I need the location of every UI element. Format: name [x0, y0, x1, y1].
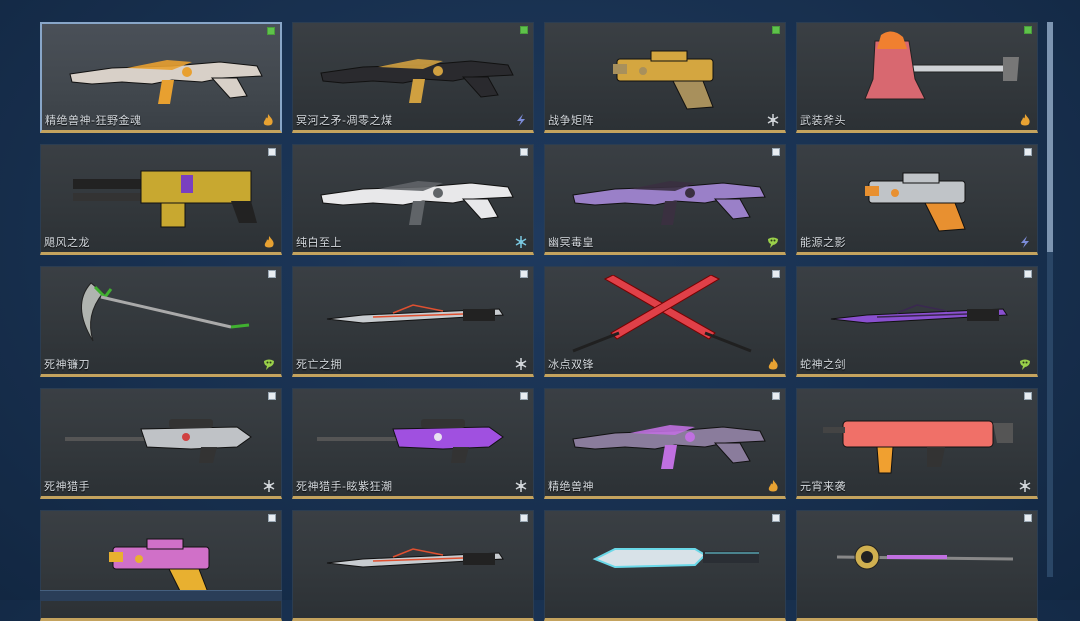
select-checkbox[interactable]	[268, 270, 276, 278]
weapon-image	[865, 172, 966, 232]
lightning-icon	[517, 114, 525, 126]
fire-icon	[263, 114, 273, 126]
frost-icon	[1019, 480, 1031, 492]
bottom-tab[interactable]	[40, 590, 282, 601]
weapon-name: 飓风之龙	[44, 236, 90, 249]
weapon-image	[317, 419, 504, 463]
weapon-image	[81, 282, 250, 342]
fire-icon	[768, 480, 778, 492]
weapon-name: 死亡之拥	[296, 358, 342, 371]
weapon-name: 冥河之矛-凋零之煤	[296, 114, 393, 127]
weapon-image	[73, 170, 257, 228]
fire-icon	[768, 358, 778, 370]
weapon-card[interactable]	[796, 510, 1038, 621]
weapon-name: 幽冥毒皇	[548, 236, 594, 249]
frost-icon	[767, 114, 779, 126]
weapon-image	[830, 304, 1008, 324]
weapon-name: 死神镰刀	[44, 358, 90, 371]
select-checkbox[interactable]	[1024, 514, 1032, 522]
frost-icon	[515, 358, 527, 370]
select-checkbox[interactable]	[1024, 26, 1032, 34]
select-checkbox[interactable]	[1024, 392, 1032, 400]
frost-icon	[263, 480, 275, 492]
weapon-card[interactable]	[544, 510, 786, 621]
weapon-image	[320, 181, 514, 225]
weapon-image	[572, 275, 752, 353]
weapon-image	[836, 544, 1014, 570]
weapon-card[interactable]: 蛇神之剑	[796, 266, 1038, 377]
weapon-card[interactable]	[292, 510, 534, 621]
weapon-name: 蛇神之剑	[800, 358, 846, 371]
weapon-card[interactable]: 精绝兽神	[544, 388, 786, 499]
weapon-image	[592, 548, 759, 569]
ice-icon	[515, 236, 527, 248]
weapon-name: 武装斧头	[800, 114, 846, 127]
weapon-name: 能源之影	[800, 236, 846, 249]
weapon-image	[69, 60, 263, 104]
weapon-name: 纯白至上	[296, 236, 342, 249]
weapon-card[interactable]: 元宵来袭	[796, 388, 1038, 499]
select-checkbox[interactable]	[520, 270, 528, 278]
select-checkbox[interactable]	[268, 392, 276, 400]
fire-icon	[1020, 114, 1030, 126]
weapon-card[interactable]: 冥河之矛-凋零之煤	[292, 22, 534, 133]
weapon-name: 死神猎手	[44, 480, 90, 493]
select-checkbox[interactable]	[1024, 270, 1032, 278]
weapon-image	[326, 304, 504, 324]
poison-icon	[768, 237, 778, 248]
select-checkbox[interactable]	[772, 392, 780, 400]
select-checkbox[interactable]	[520, 514, 528, 522]
lightning-icon	[1021, 236, 1029, 248]
weapon-image	[613, 50, 714, 110]
poison-icon	[1020, 359, 1030, 370]
select-checkbox[interactable]	[772, 148, 780, 156]
weapon-card[interactable]: 精绝兽神-狂野金魂	[40, 22, 282, 133]
scrollbar[interactable]	[1047, 22, 1053, 577]
weapon-image	[572, 181, 766, 225]
weapon-card[interactable]: 武装斧头	[796, 22, 1038, 133]
weapon-image	[864, 31, 1019, 100]
weapon-name: 精绝兽神-狂野金魂	[45, 114, 142, 127]
select-checkbox[interactable]	[268, 514, 276, 522]
weapon-image	[65, 419, 252, 463]
weapon-card[interactable]: 飓风之龙	[40, 144, 282, 255]
weapon-name: 元宵来袭	[800, 480, 846, 493]
weapon-image	[320, 59, 514, 103]
select-checkbox[interactable]	[520, 148, 528, 156]
weapon-card[interactable]	[40, 510, 282, 621]
weapon-card[interactable]: 死神镰刀	[40, 266, 282, 377]
select-checkbox[interactable]	[520, 392, 528, 400]
weapon-grid: 精绝兽神-狂野金魂 冥河之矛-凋零之煤 战争矩阵 武装斧头 飓风之龙 纯白至上 …	[40, 22, 1038, 621]
weapon-card[interactable]: 死神猎手	[40, 388, 282, 499]
weapon-name: 战争矩阵	[548, 114, 594, 127]
frost-icon	[515, 480, 527, 492]
weapon-image	[326, 548, 504, 568]
select-checkbox[interactable]	[772, 270, 780, 278]
weapon-card[interactable]: 死亡之拥	[292, 266, 534, 377]
weapon-image	[109, 538, 210, 598]
weapon-card[interactable]: 死神猎手-眩紫狂潮	[292, 388, 534, 499]
weapon-name: 死神猎手-眩紫狂潮	[296, 480, 393, 493]
select-checkbox[interactable]	[268, 148, 276, 156]
weapon-image	[823, 420, 1013, 474]
select-checkbox[interactable]	[520, 26, 528, 34]
select-checkbox[interactable]	[1024, 148, 1032, 156]
weapon-card[interactable]: 纯白至上	[292, 144, 534, 255]
select-checkbox[interactable]	[772, 26, 780, 34]
weapon-image	[572, 425, 766, 469]
weapon-card[interactable]: 能源之影	[796, 144, 1038, 255]
scrollbar-thumb[interactable]	[1047, 22, 1053, 252]
weapon-card[interactable]: 战争矩阵	[544, 22, 786, 133]
poison-icon	[264, 359, 274, 370]
weapon-name: 精绝兽神	[548, 480, 594, 493]
weapon-card[interactable]: 冰点双锋	[544, 266, 786, 377]
weapon-card[interactable]: 幽冥毒皇	[544, 144, 786, 255]
select-checkbox[interactable]	[772, 514, 780, 522]
select-checkbox[interactable]	[267, 27, 275, 35]
fire-icon	[264, 236, 274, 248]
weapon-name: 冰点双锋	[548, 358, 594, 371]
